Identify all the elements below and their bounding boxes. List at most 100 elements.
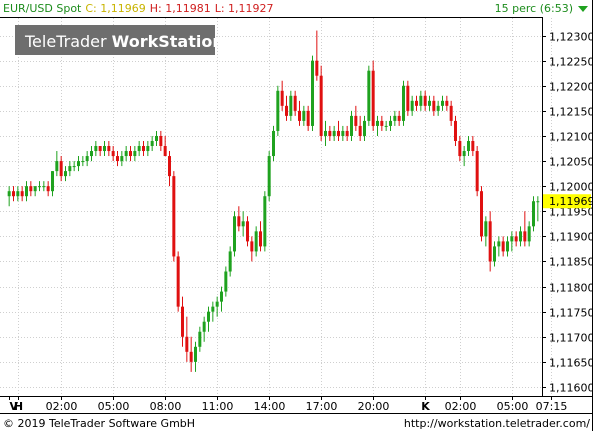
candle-body	[12, 191, 15, 197]
candle-body	[159, 135, 163, 147]
x-tick-label: K	[421, 400, 430, 413]
header-low: L: 1,11927	[215, 2, 274, 15]
candle-body	[311, 60, 314, 126]
candle-body	[68, 166, 72, 172]
candle-body	[90, 151, 93, 157]
svg-text:TeleTrader WorkStation: TeleTrader WorkStation	[24, 32, 224, 51]
brand-regular: TeleTrader	[24, 32, 112, 51]
candle-body	[228, 251, 232, 272]
x-tick-label: 05:00	[497, 400, 529, 413]
candle-body	[207, 311, 210, 322]
candle-body	[98, 146, 102, 152]
candle-body	[484, 221, 488, 237]
candle-body	[384, 125, 388, 127]
x-tick-label: 02:00	[445, 400, 477, 413]
candle-body	[363, 120, 366, 136]
candle	[267, 151, 271, 202]
candle-body	[350, 115, 353, 136]
candle-body	[142, 146, 145, 152]
header-symbol: EUR/USD Spot	[3, 2, 82, 15]
candle-body	[254, 231, 258, 252]
candle-body	[64, 171, 67, 177]
candle-body	[285, 105, 288, 116]
y-tick-label: 1,12150	[549, 106, 593, 119]
candle-body	[250, 241, 254, 252]
candle-body	[449, 105, 453, 121]
candle-body	[345, 130, 349, 136]
candle-body	[194, 346, 197, 362]
candle-body	[233, 216, 236, 252]
current-price-tag: 1,11969	[543, 194, 593, 209]
candle-body	[454, 120, 457, 141]
candle-body	[211, 306, 215, 312]
candle-body	[146, 146, 150, 152]
candle-body	[514, 236, 518, 242]
candle	[319, 65, 323, 141]
candle-body	[103, 146, 106, 152]
candle-body	[337, 130, 340, 136]
candle	[272, 125, 275, 162]
candle-body	[29, 186, 33, 192]
footer-url[interactable]: http://workstation.teletrader.com/	[404, 417, 590, 430]
candle-body	[389, 120, 392, 126]
y-tick-label: 1,11600	[549, 382, 593, 395]
candle-body	[272, 130, 275, 157]
candle-body	[298, 110, 301, 121]
candle-body	[241, 221, 245, 227]
candle-body	[436, 105, 440, 111]
candle-body	[419, 95, 423, 106]
y-tick-label: 1,11650	[549, 357, 593, 370]
candle-body	[224, 271, 228, 292]
candle	[371, 60, 375, 131]
candle-body	[120, 156, 124, 162]
y-tick-label: 1,12100	[549, 131, 593, 144]
candle-body	[94, 146, 98, 152]
candle	[311, 55, 314, 131]
candle-body	[497, 241, 501, 247]
candle-body	[367, 70, 371, 121]
candle-body	[276, 90, 280, 131]
candle-body	[20, 191, 24, 197]
candle-body	[510, 236, 514, 242]
y-tick-label: 1,11700	[549, 332, 593, 345]
candle-body	[107, 146, 111, 152]
candle-body	[168, 156, 171, 177]
candle-body	[319, 75, 323, 136]
candle-body	[410, 100, 414, 111]
candle-body	[324, 130, 327, 136]
candle-body	[376, 120, 379, 126]
candle-body	[185, 336, 189, 352]
candle-body	[493, 246, 496, 262]
candle-body	[471, 140, 475, 152]
candle-body	[137, 146, 141, 152]
candle-body	[441, 100, 444, 106]
y-tick-label: 1,11850	[549, 256, 593, 269]
candle-body	[72, 166, 76, 168]
candle-body	[33, 186, 37, 192]
candle-body	[480, 191, 483, 237]
candle-body	[527, 226, 531, 242]
candle	[532, 196, 535, 232]
candle-body	[172, 176, 176, 257]
candle-body	[38, 186, 41, 188]
candle-body	[315, 60, 319, 76]
candle-body	[202, 321, 206, 332]
candle-body	[293, 95, 297, 111]
chart-background	[0, 0, 593, 431]
candle-body	[428, 100, 431, 106]
candle-body	[532, 201, 535, 227]
candle-body	[523, 231, 527, 242]
candle-body	[246, 221, 249, 242]
candle-body	[536, 201, 540, 203]
candle-body	[393, 115, 397, 121]
candle-body	[397, 115, 401, 121]
candle-body	[328, 130, 332, 136]
candle-body	[85, 156, 89, 162]
candle-body	[501, 241, 505, 252]
candle-body	[198, 331, 202, 347]
candle	[263, 191, 267, 252]
x-tick-label: H	[14, 400, 23, 413]
y-tick-label: 1,12250	[549, 56, 593, 69]
candle-body	[16, 191, 20, 197]
x-tick-label: 07:15	[536, 400, 568, 413]
